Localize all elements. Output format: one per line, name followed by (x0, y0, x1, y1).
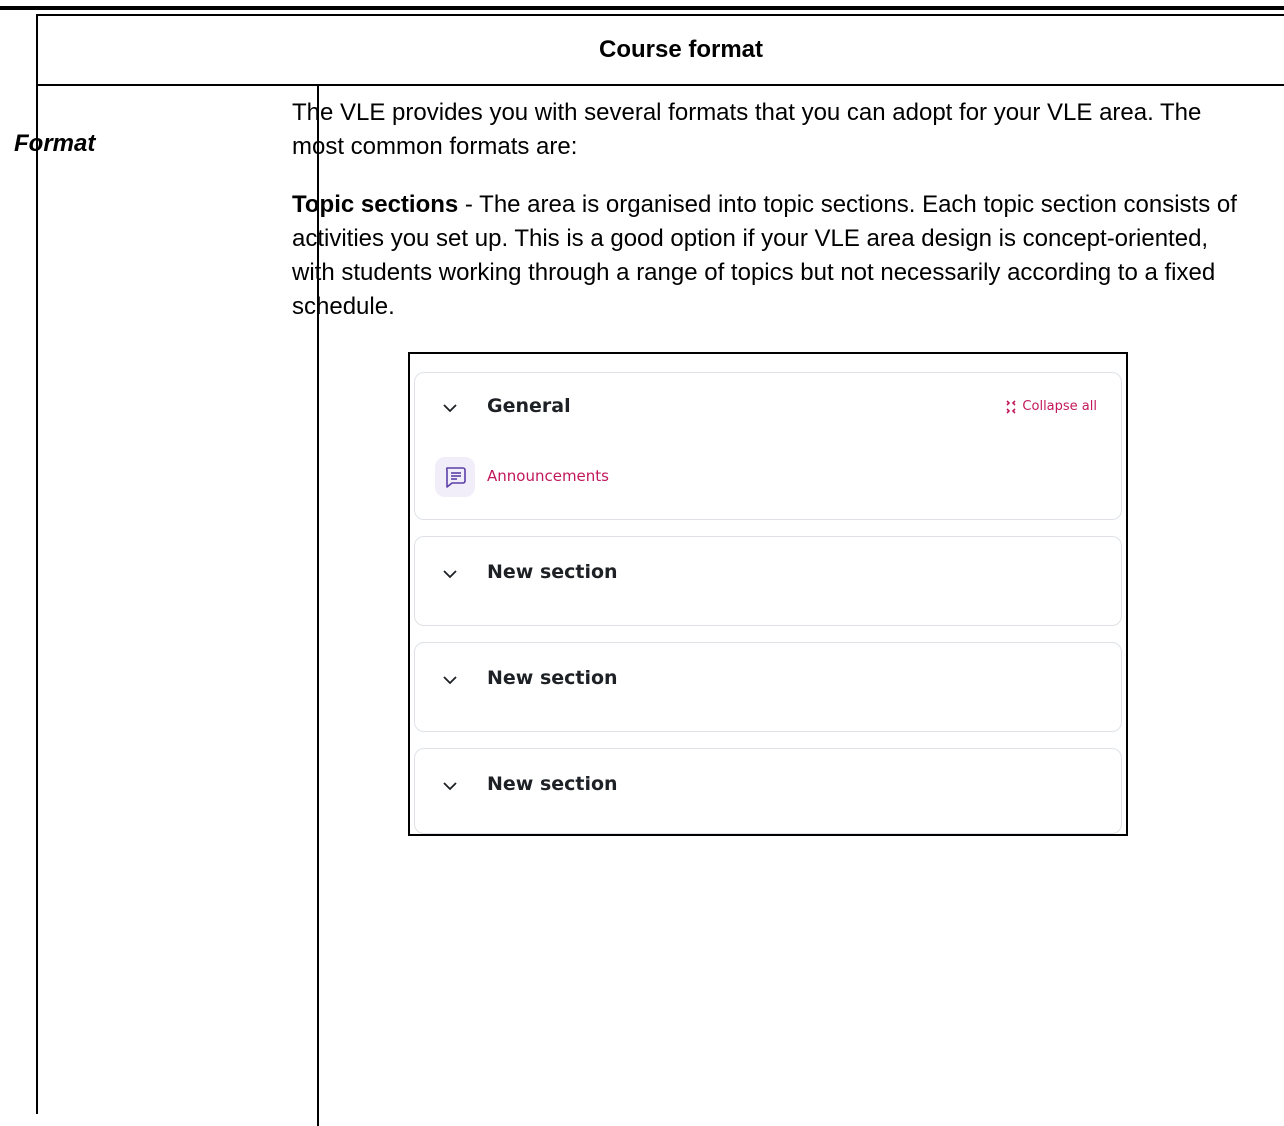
top-rule (0, 6, 1284, 10)
topic-term: Topic sections (292, 191, 459, 218)
collapse-all-link[interactable]: Collapse all (1004, 399, 1097, 414)
forum-icon (435, 457, 475, 497)
section-title[interactable]: General (487, 395, 571, 417)
section-title[interactable]: New section (487, 667, 618, 689)
section-card: New section (414, 642, 1122, 732)
row-content: The VLE provides you with several format… (292, 96, 1252, 324)
section-header[interactable]: General Collapse all (415, 373, 1121, 443)
chevron-down-icon[interactable] (443, 569, 457, 579)
chevron-down-icon[interactable] (443, 781, 457, 791)
intro-paragraph: The VLE provides you with several format… (292, 99, 1202, 160)
chevron-down-icon[interactable] (443, 403, 457, 413)
table-header-row: Course format (38, 16, 1284, 86)
section-card: New section (414, 536, 1122, 626)
section-card: New section (414, 748, 1122, 834)
section-title[interactable]: New section (487, 561, 618, 583)
section-header[interactable]: New section (415, 537, 1121, 607)
activity-link-announcements[interactable]: Announcements (487, 467, 609, 485)
section-card-general: General Collapse all Announcements (414, 372, 1122, 520)
collapse-all-label: Collapse all (1022, 399, 1097, 414)
document-page: Course format Format The VLE provides yo… (0, 0, 1284, 1126)
course-format-screenshot: General Collapse all Announcements New s… (408, 352, 1128, 836)
table-header-title: Course format (598, 36, 764, 63)
section-title[interactable]: New section (487, 773, 618, 795)
chevron-down-icon[interactable] (443, 675, 457, 685)
collapse-icon (1006, 399, 1016, 414)
row-label-format: Format (14, 130, 96, 157)
section-header[interactable]: New section (415, 749, 1121, 819)
topic-paragraph: Topic sections - The area is organised i… (292, 188, 1252, 324)
section-header[interactable]: New section (415, 643, 1121, 713)
